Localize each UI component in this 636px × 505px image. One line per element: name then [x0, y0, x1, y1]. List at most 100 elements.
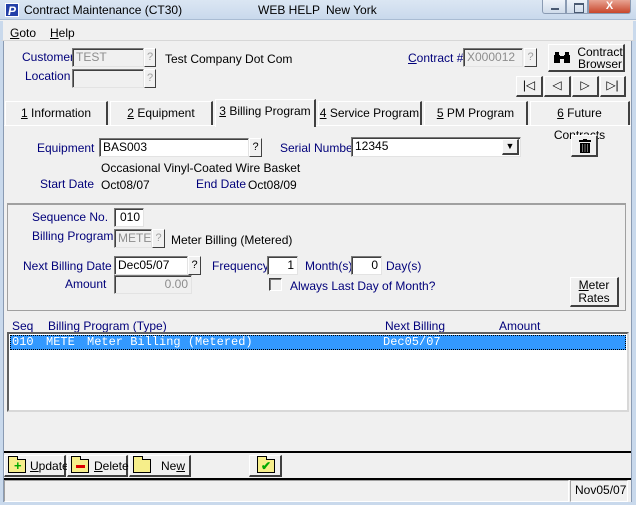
update-button[interactable]: + Update: [4, 455, 69, 477]
customer-lookup-button[interactable]: ?: [144, 48, 156, 67]
months-label: Month(s): [305, 259, 353, 273]
delete-button[interactable]: Delete: [67, 455, 129, 477]
delete-rest: elete: [102, 459, 129, 473]
maximize-button[interactable]: [566, 0, 588, 14]
window-title: Contract Maintenance (CT30): [24, 3, 183, 17]
folder-remove-icon: [71, 456, 89, 473]
serial-number-select[interactable]: 12345: [351, 137, 521, 157]
tab-future-contracts-accel: 6: [557, 106, 564, 120]
menu-bar: [0, 21, 636, 41]
chevron-down-icon: ▼: [505, 141, 515, 151]
trash-icon: [579, 139, 591, 153]
next-billing-date-field[interactable]: Dec05/07: [114, 256, 188, 275]
tab-pm-program-label: PM Program: [443, 106, 515, 120]
folder-add-icon: +: [8, 456, 26, 473]
status-message: [4, 480, 569, 502]
tab-future-contracts[interactable]: 6 Future Contracts: [530, 101, 630, 142]
billing-program-field[interactable]: METE: [114, 229, 152, 248]
menu-goto-label: oto: [19, 26, 37, 40]
equipment-label: Equipment: [37, 141, 95, 155]
minimize-button[interactable]: [542, 0, 566, 14]
window-subtitle-location: New York: [326, 3, 377, 17]
row-seq: 010: [12, 335, 34, 349]
contract-browser-button[interactable]: Contract Browser: [548, 44, 625, 72]
new-accel: w: [176, 459, 186, 473]
toolbar-top-divider: [4, 451, 631, 453]
delete-equipment-button[interactable]: [571, 135, 598, 157]
billing-program-list[interactable]: 010 METE Meter Billing (Metered) Dec05/0…: [7, 332, 629, 412]
column-header-amount: Amount: [499, 319, 541, 333]
customer-name: Test Company Dot Com: [165, 52, 293, 66]
meter-rates-button[interactable]: Meter Rates: [570, 277, 619, 307]
menu-help[interactable]: Help: [50, 26, 75, 40]
close-icon: X: [605, 0, 614, 12]
billing-program-lookup-button[interactable]: ?: [152, 229, 165, 248]
new-button[interactable]: New: [129, 455, 191, 477]
tab-service-program[interactable]: 4 Service Program: [318, 101, 422, 125]
tab-pm-program[interactable]: 5 PM Program: [424, 101, 528, 125]
prev-record-icon: ◁: [552, 78, 562, 92]
row-description: Meter Billing (Metered): [87, 335, 253, 349]
customer-label: Customer: [22, 50, 75, 64]
billing-program-description: Meter Billing (Metered): [171, 233, 293, 247]
next-billing-date-label: Next Billing Date: [23, 259, 112, 273]
tab-service-program-label: Service Program: [326, 106, 420, 120]
end-date-value: Oct08/09: [248, 178, 297, 192]
days-label: Day(s): [386, 259, 422, 273]
equipment-lookup-button[interactable]: ?: [249, 138, 262, 157]
row-code: METE: [46, 335, 75, 349]
nav-last-button[interactable]: ▷|: [600, 76, 626, 97]
last-record-icon: ▷|: [606, 78, 619, 92]
menu-goto[interactable]: Goto: [10, 26, 36, 40]
location-lookup-button[interactable]: ?: [144, 69, 156, 88]
equipment-description: Occasional Vinyl-Coated Wire Basket: [101, 161, 301, 175]
location-field[interactable]: [72, 69, 144, 88]
always-last-day-label: Always Last Day of Month?: [290, 279, 436, 293]
sequence-field[interactable]: 010: [114, 208, 144, 227]
next-billing-date-lookup-button[interactable]: ?: [188, 256, 201, 275]
contract-label-accel: C: [408, 51, 417, 65]
tab-equipment-accel: 2: [127, 106, 134, 120]
row-next-billing: Dec05/07: [383, 335, 441, 349]
end-date-label: End Date: [196, 177, 247, 191]
contract-browser-label: Contract Browser: [577, 46, 623, 70]
tab-equipment[interactable]: 2 Equipment: [110, 101, 213, 125]
update-accel: U: [30, 459, 39, 473]
nav-prev-button[interactable]: ◁: [544, 76, 571, 97]
contract-browser-line2: Browser: [577, 57, 622, 71]
confirm-button[interactable]: ✔: [249, 455, 282, 477]
first-record-icon: |◁: [522, 78, 536, 92]
update-rest: pdate: [38, 459, 69, 473]
frequency-label: Frequency: [212, 259, 269, 273]
tab-billing-program[interactable]: 3 Billing Program: [215, 99, 316, 127]
amount-field[interactable]: 0.00: [114, 275, 192, 294]
tab-billing-program-label: Billing Program: [225, 104, 311, 118]
contract-label: Contract #: [408, 51, 463, 65]
meter-rates-line2: Rates: [578, 291, 610, 305]
status-date: Nov05/07: [570, 480, 628, 502]
frequency-days-field[interactable]: 0: [351, 256, 382, 275]
tab-information[interactable]: 1 Information: [5, 101, 108, 125]
close-button[interactable]: X: [588, 0, 631, 14]
menu-help-label: elp: [58, 26, 75, 40]
contract-field[interactable]: X000012: [463, 48, 523, 67]
next-record-icon: ▷: [580, 78, 590, 92]
delete-label: Delete: [94, 457, 129, 476]
contract-label-text: ontract #: [416, 51, 464, 65]
amount-label: Amount: [65, 277, 107, 291]
column-header-billing-program: Billing Program (Type): [48, 319, 167, 333]
nav-first-button[interactable]: |◁: [516, 76, 543, 97]
always-last-day-checkbox[interactable]: [269, 278, 282, 291]
serial-dropdown-button[interactable]: ▼: [502, 139, 519, 155]
nav-next-button[interactable]: ▷: [572, 76, 599, 97]
delete-accel: D: [94, 459, 103, 473]
contract-lookup-button[interactable]: ?: [524, 48, 537, 67]
equipment-field[interactable]: BAS003: [99, 138, 249, 157]
update-label: Update: [30, 457, 69, 476]
customer-field[interactable]: TEST: [72, 48, 144, 67]
list-row[interactable]: 010 METE Meter Billing (Metered) Dec05/0…: [10, 335, 626, 350]
meter-rates-rest: eter: [588, 278, 610, 292]
frequency-months-field[interactable]: 1: [267, 256, 298, 275]
tab-strip-line: [4, 125, 631, 126]
column-header-next-billing: Next Billing: [385, 319, 446, 333]
